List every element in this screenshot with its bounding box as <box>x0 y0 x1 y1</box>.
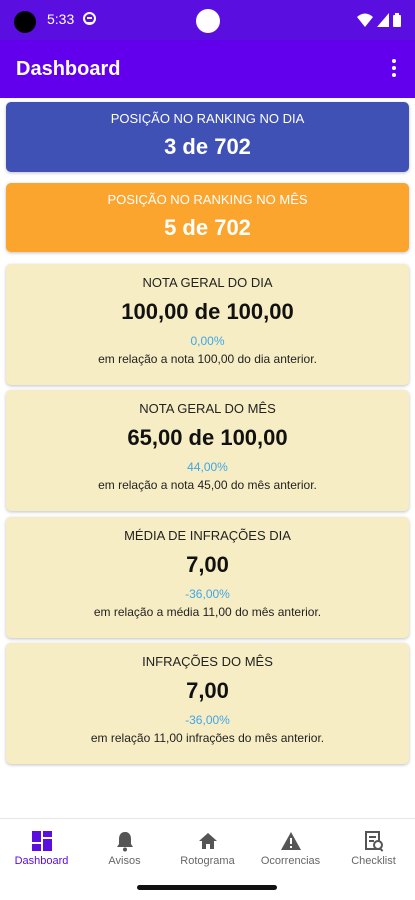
stat-percent: 0,00% <box>190 334 225 348</box>
rank-month-value: 5 de 702 <box>164 215 251 240</box>
stat-comparison: em relação a média 11,00 do mês anterior… <box>93 605 322 619</box>
nav-label: Checklist <box>351 855 396 867</box>
status-bar: 5:33 <box>0 0 415 40</box>
camera-cutout <box>14 11 36 33</box>
nav-avisos[interactable]: Avisos <box>83 819 166 876</box>
checklist-icon <box>364 831 383 852</box>
home-indicator[interactable] <box>137 885 277 890</box>
stat-percent: -36,00% <box>185 587 230 601</box>
signal-icon <box>377 13 389 27</box>
stat-value: 100,00 de 100,00 <box>121 299 294 324</box>
bottom-nav: Dashboard Avisos Rotograma Ocorrencias C… <box>0 818 415 876</box>
rank-month-card: POSIÇÃO NO RANKING NO MÊS 5 de 702 <box>6 183 409 252</box>
stat-card-day-score: NOTA GERAL DO DIA 100,00 de 100,00 0,00%… <box>6 264 409 385</box>
stat-value: 7,00 <box>186 678 229 703</box>
home-icon <box>198 833 217 849</box>
stat-card-month-infractions: INFRAÇÕES DO MÊS 7,00 -36,00% em relação… <box>6 643 409 764</box>
nav-dashboard[interactable]: Dashboard <box>0 819 83 876</box>
page-title: Dashboard <box>16 58 121 80</box>
stat-comparison: em relação a nota 100,00 do dia anterior… <box>98 352 317 366</box>
vpn-icon <box>83 12 96 25</box>
stat-percent: 44,00% <box>187 460 228 474</box>
stat-label: NOTA GERAL DO DIA <box>142 275 273 290</box>
bell-icon <box>116 832 133 852</box>
app-bar: Dashboard <box>0 40 415 98</box>
nav-ocorrencias[interactable]: Ocorrencias <box>249 819 332 876</box>
nav-label: Dashboard <box>14 855 69 867</box>
stat-percent: -36,00% <box>185 713 230 727</box>
status-icons <box>357 12 401 28</box>
dashboard-icon <box>31 831 52 851</box>
rank-day-card: POSIÇÃO NO RANKING NO DIA 3 de 702 <box>6 102 409 172</box>
wifi-icon <box>357 13 373 27</box>
more-options-icon[interactable] <box>391 59 397 79</box>
warning-icon <box>280 832 301 850</box>
nav-label: Ocorrencias <box>260 855 321 867</box>
stat-label: MÉDIA DE INFRAÇÕES DIA <box>124 528 291 543</box>
stat-label: NOTA GERAL DO MÊS <box>139 401 276 416</box>
stat-value: 7,00 <box>186 552 229 577</box>
battery-icon <box>393 13 401 27</box>
rank-day-label: POSIÇÃO NO RANKING NO DIA <box>110 111 305 126</box>
stat-comparison: em relação 11,00 infrações do mês anteri… <box>90 731 325 745</box>
stat-value: 65,00 de 100,00 <box>127 425 288 450</box>
stat-card-month-score: NOTA GERAL DO MÊS 65,00 de 100,00 44,00%… <box>6 390 409 511</box>
rank-day-value: 3 de 702 <box>164 134 251 159</box>
rank-month-label: POSIÇÃO NO RANKING NO MÊS <box>107 192 308 207</box>
stat-card-day-infractions: MÉDIA DE INFRAÇÕES DIA 7,00 -36,00% em r… <box>6 517 409 638</box>
stat-label: INFRAÇÕES DO MÊS <box>142 654 273 669</box>
nav-label: Rotograma <box>180 855 235 867</box>
nav-rotograma[interactable]: Rotograma <box>166 819 249 876</box>
nav-checklist[interactable]: Checklist <box>332 819 415 876</box>
stat-comparison: em relação a nota 45,00 do mês anterior. <box>98 478 317 492</box>
gesture-bar <box>0 876 415 900</box>
status-time: 5:33 <box>47 11 75 27</box>
notification-dot <box>196 9 220 33</box>
nav-label: Avisos <box>108 855 141 867</box>
